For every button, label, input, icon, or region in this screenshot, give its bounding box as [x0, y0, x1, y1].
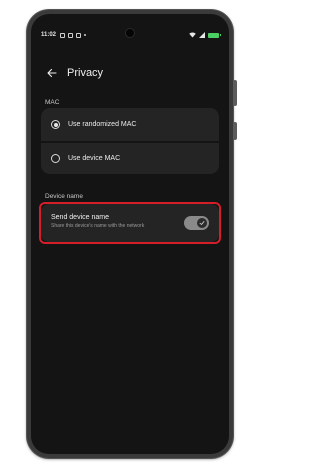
back-button[interactable] — [45, 66, 59, 80]
option-label: Use device MAC — [68, 155, 121, 162]
notification-icon — [68, 32, 74, 38]
page-title: Privacy — [67, 67, 104, 79]
front-camera — [126, 29, 134, 37]
volume-button — [233, 80, 237, 106]
device-name-section-label: Device name — [45, 193, 83, 200]
dot-icon — [84, 34, 87, 36]
signal-icon — [199, 32, 205, 38]
option-label: Use randomized MAC — [68, 121, 137, 128]
phone-frame: 11:02 Privacy MAC Use randomized MAC Use… — [27, 10, 233, 458]
app-bar: Privacy — [45, 64, 219, 82]
radio-selected-icon — [51, 120, 60, 129]
mac-section-label: MAC — [45, 99, 60, 106]
notification-icons — [60, 32, 87, 38]
system-icons — [189, 32, 221, 38]
status-time: 11:02 — [41, 32, 57, 38]
radio-unselected-icon — [51, 154, 60, 163]
phone-screen: 11:02 Privacy MAC Use randomized MAC Use… — [31, 14, 229, 454]
wifi-icon — [189, 32, 196, 38]
arrow-back-icon — [47, 68, 57, 78]
power-button — [233, 122, 237, 140]
highlight-box — [39, 202, 221, 244]
battery-icon — [208, 32, 221, 38]
notification-icon — [60, 32, 66, 38]
notification-icon — [76, 32, 82, 38]
radio-option-device-mac[interactable]: Use device MAC — [41, 141, 219, 174]
mac-options-card: Use randomized MAC Use device MAC — [41, 108, 219, 174]
radio-option-randomized-mac[interactable]: Use randomized MAC — [41, 108, 219, 141]
